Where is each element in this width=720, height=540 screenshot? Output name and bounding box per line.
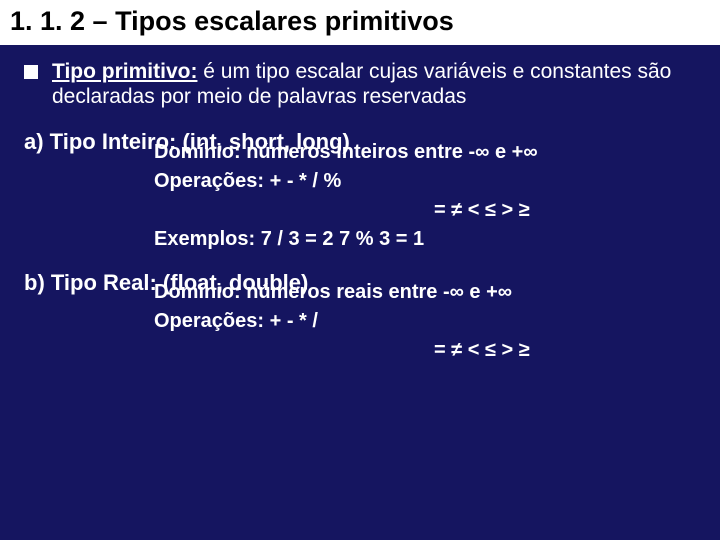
section-a-ops: Operações: + - * / % xyxy=(154,167,696,196)
section-b-domain: Domínio: números reais entre -∞ e +∞ xyxy=(154,278,696,307)
section-a-body: Domínio: números inteiros entre -∞ e +∞ … xyxy=(24,138,696,254)
section-a-domain: Domínio: números inteiros entre -∞ e +∞ xyxy=(154,138,696,167)
section-a-rel: = ≠ < ≤ > ≥ xyxy=(154,196,696,225)
slide-title: 1. 1. 2 – Tipos escalares primitivos xyxy=(0,0,720,45)
section-b-rel: = ≠ < ≤ > ≥ xyxy=(154,336,696,365)
section-b-ops: Operações: + - * / xyxy=(154,307,696,336)
intro-lead: Tipo primitivo: xyxy=(52,60,197,83)
square-bullet-icon xyxy=(24,65,38,79)
section-b-body: Domínio: números reais entre -∞ e +∞ Ope… xyxy=(24,278,696,365)
slide-body: Tipo primitivo: é um tipo escalar cujas … xyxy=(0,45,720,365)
intro-bullet: Tipo primitivo: é um tipo escalar cujas … xyxy=(24,59,696,109)
intro-text: Tipo primitivo: é um tipo escalar cujas … xyxy=(52,59,696,109)
section-a-examples: Exemplos: 7 / 3 = 2 7 % 3 = 1 xyxy=(154,225,696,254)
